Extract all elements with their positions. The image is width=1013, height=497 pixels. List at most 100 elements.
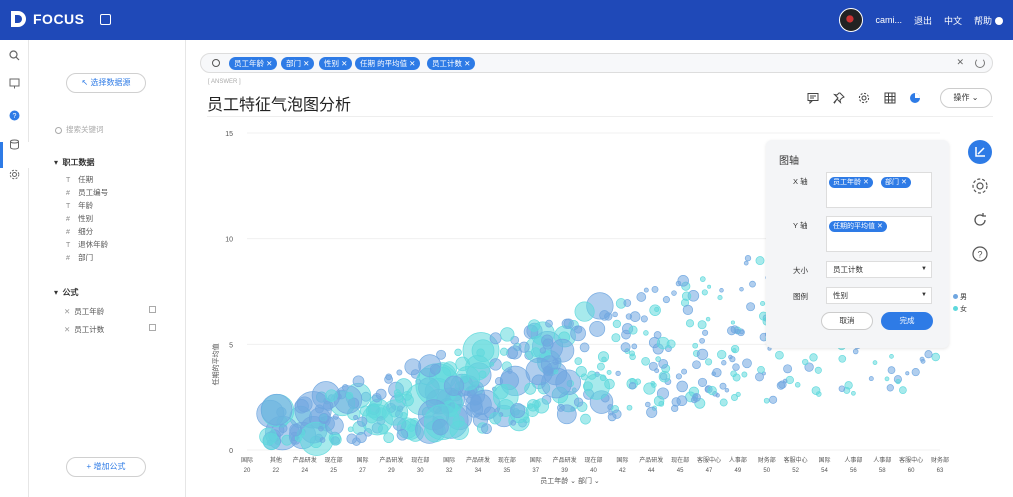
x-tick-age-label: 58 [879, 468, 886, 474]
refresh-icon[interactable] [970, 210, 990, 230]
x-axis-chip[interactable]: 部门 ✕ [881, 177, 911, 188]
refresh-icon[interactable] [975, 58, 985, 68]
edit-icon[interactable] [149, 324, 156, 331]
chip-label: 部门 [885, 179, 899, 186]
search-icon[interactable] [9, 50, 20, 61]
bubble [699, 337, 705, 344]
bubble [289, 423, 302, 437]
user-name[interactable]: cami... [875, 15, 902, 25]
field-item[interactable]: T 任期 [66, 174, 93, 185]
x-tick-age-label: 49 [735, 468, 742, 474]
bubble [802, 358, 809, 366]
y-tick-label: 5 [229, 342, 233, 349]
table-group-title[interactable]: ▾ 职工数据 [54, 157, 94, 168]
bubble [868, 376, 874, 382]
keyword-search[interactable]: 搜索关键词 [55, 124, 104, 135]
bubble [732, 348, 737, 353]
board-icon[interactable] [9, 78, 20, 89]
avatar[interactable] [839, 8, 864, 32]
formula-item[interactable]: ✕ 员工年龄 [64, 306, 156, 317]
y-axis-chip[interactable]: 任期的平均值 ✕ [829, 221, 887, 232]
search-chip[interactable]: 部门 ✕ [281, 57, 315, 70]
bubble [721, 360, 727, 366]
field-label: 部门 [78, 253, 94, 262]
app-logo[interactable]: FOCUS [9, 9, 85, 29]
bubble [629, 353, 636, 361]
field-item[interactable]: # 部门 [66, 252, 93, 263]
help-icon[interactable]: ? [970, 244, 990, 264]
dropdown-arrow-icon: ▼ [921, 292, 927, 298]
legend-item-female[interactable]: 女 [953, 304, 967, 314]
gear-icon[interactable] [858, 92, 870, 104]
pin-icon[interactable] [833, 92, 845, 104]
clear-icon[interactable]: ✕ [956, 57, 964, 68]
x-tick-age-label: 54 [821, 468, 828, 474]
bubble [884, 376, 890, 382]
legend-item-male[interactable]: 男 [953, 292, 967, 302]
remove-icon[interactable]: ✕ [64, 307, 70, 316]
bubble [763, 397, 770, 404]
x-tick-dept-label: 国际 [530, 456, 542, 464]
x-tick-dept-label: 产品研发 [553, 456, 577, 464]
bubble [506, 347, 518, 359]
chart-type-icon[interactable] [909, 92, 921, 104]
bubble [489, 412, 502, 425]
bubble [454, 348, 462, 357]
user-menu: cami... 退出 中文 帮助 [839, 0, 1003, 40]
bubble [654, 368, 660, 374]
legend-select[interactable]: 性别 ▼ [826, 287, 932, 304]
language-switch[interactable]: 中文 [944, 14, 962, 27]
add-formula-button[interactable]: + 增加公式 [66, 457, 146, 477]
axis-config-panel: 图轴 X 轴 员工年龄 ✕ 部门 ✕ Y 轴 任期的平均值 ✕ 大小 员工计数 ▼… [766, 140, 949, 348]
bubble [872, 360, 878, 365]
formula-item[interactable]: ✕ 员工计数 [64, 324, 156, 335]
field-item[interactable]: T 退休年龄 [66, 239, 108, 250]
y-axis-field-box[interactable]: 任期的平均值 ✕ [826, 216, 932, 252]
cancel-button[interactable]: 取消 [821, 312, 873, 330]
search-chip[interactable]: 任期 的平均值 ✕ [355, 57, 421, 70]
field-item[interactable]: # 员工编号 [66, 187, 108, 198]
database-icon[interactable] [9, 139, 20, 150]
bubble [692, 342, 699, 349]
bubble [518, 341, 530, 353]
comment-icon[interactable] [807, 92, 819, 104]
remove-icon[interactable]: ✕ [64, 325, 70, 334]
field-item[interactable]: # 细分 [66, 226, 93, 237]
field-item[interactable]: # 性别 [66, 213, 93, 224]
bubble [697, 377, 708, 387]
x-axis-chip[interactable]: 员工年龄 ✕ [829, 177, 873, 188]
formula-group-title[interactable]: ▾ 公式 [54, 287, 78, 298]
bubble [429, 364, 441, 375]
size-select[interactable]: 员工计数 ▼ [826, 261, 932, 278]
x-tick-dept-label: 人事部 [873, 456, 891, 464]
legend-swatch [953, 306, 958, 311]
edit-icon[interactable] [149, 306, 156, 313]
bubble [346, 433, 357, 444]
edit-icon[interactable] [100, 14, 111, 25]
field-type-icon: # [66, 190, 70, 197]
bubble [724, 387, 730, 393]
operate-dropdown[interactable]: 操作 ⌄ [940, 88, 992, 108]
gear-icon[interactable] [9, 169, 20, 180]
search-chip[interactable]: 员工计数 ✕ [427, 57, 476, 70]
chart-legend: 男 女 [953, 292, 967, 316]
bubble [681, 368, 688, 375]
select-source-button[interactable]: ↖ 选择数据源 [66, 73, 146, 93]
table-icon[interactable] [884, 92, 896, 104]
search-chip[interactable]: 性别 ✕ [319, 57, 353, 70]
bubble [611, 333, 621, 343]
field-item[interactable]: T 年龄 [66, 200, 93, 211]
x-axis-field-box[interactable]: 员工年龄 ✕ 部门 ✕ [826, 172, 932, 208]
logout-link[interactable]: 退出 [914, 14, 932, 27]
bubble [629, 311, 641, 322]
question-icon[interactable]: ? [9, 110, 20, 121]
search-bar[interactable]: 员工年龄 ✕ 部门 ✕ 性别 ✕ 任期 的平均值 ✕ 员工计数 ✕ ✕ [200, 53, 993, 73]
done-button[interactable]: 完成 [881, 312, 933, 330]
bubble [707, 284, 712, 289]
axis-edit-icon[interactable] [968, 140, 992, 164]
help-link[interactable]: 帮助 [974, 14, 1003, 27]
settings-icon[interactable] [970, 176, 990, 196]
page-title: 员工特征气泡图分析 [207, 97, 352, 114]
search-chip[interactable]: 员工年龄 ✕ [229, 57, 278, 70]
bubble [580, 413, 591, 425]
